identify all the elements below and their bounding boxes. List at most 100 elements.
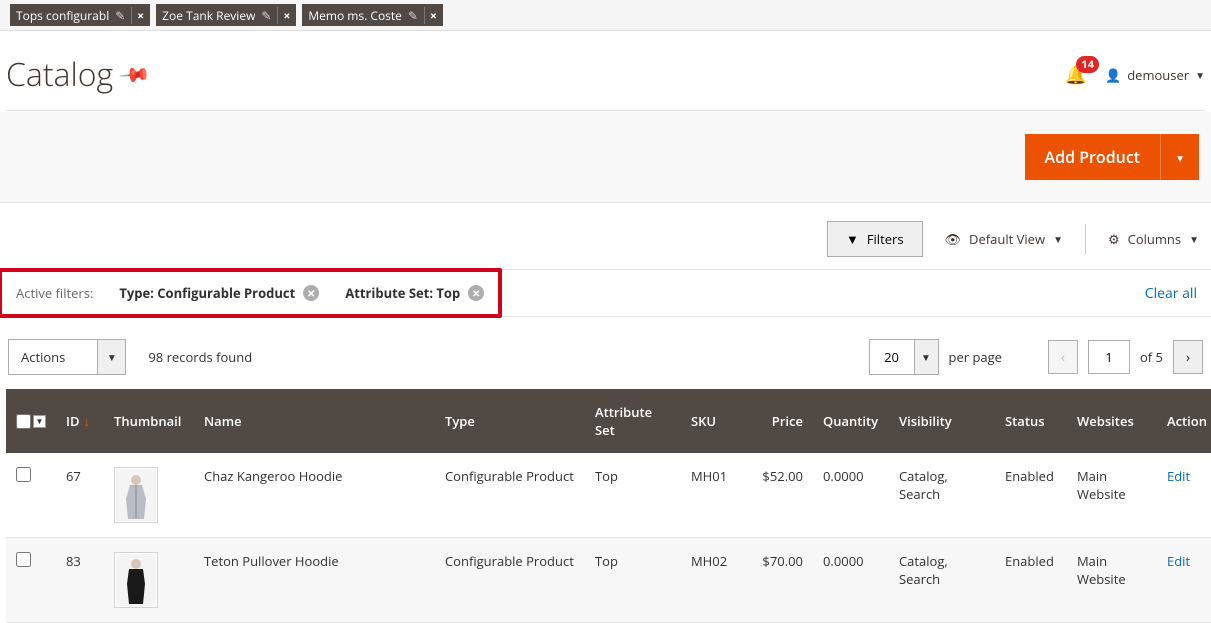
chevron-left-icon: ‹	[1061, 348, 1065, 367]
close-icon[interactable]: ×	[131, 7, 144, 24]
chevron-down-icon: ▼	[1053, 232, 1063, 246]
prev-page-button[interactable]: ‹	[1048, 340, 1078, 374]
records-toolbar: Actions ▼ 98 records found ▼ per page ‹ …	[0, 317, 1211, 389]
cell-visibility: Catalog, Search	[889, 453, 995, 538]
clear-all-link[interactable]: Clear all	[1145, 284, 1211, 303]
page-header: Catalog 📌 🔔 14 👤 demouser ▼	[6, 31, 1205, 111]
per-page-select[interactable]: ▼	[869, 339, 939, 375]
tab-label: Tops configurabl	[16, 7, 109, 24]
select-all-control[interactable]: ▼	[16, 414, 46, 429]
default-view-menu[interactable]: 👁 Default View ▼	[945, 230, 1063, 248]
col-status[interactable]: Status	[995, 389, 1067, 453]
cell-sku: MH01	[681, 453, 747, 538]
cell-visibility: Catalog, Search	[889, 538, 995, 623]
eye-icon: 👁	[945, 230, 962, 248]
notifications-button[interactable]: 🔔 14	[1065, 63, 1087, 87]
username: demouser	[1127, 66, 1189, 84]
columns-label: Columns	[1128, 230, 1181, 248]
funnel-icon: ▼	[846, 230, 859, 248]
close-icon[interactable]: ×	[277, 7, 290, 24]
tabs-bar: Tops configurabl ✎ × Zoe Tank Review ✎ ×…	[0, 0, 1211, 31]
tab-item[interactable]: Zoe Tank Review ✎ ×	[156, 4, 296, 26]
thumbnail-image[interactable]	[114, 467, 158, 523]
select-all-checkbox[interactable]	[16, 414, 31, 429]
col-visibility[interactable]: Visibility	[889, 389, 995, 453]
notification-count: 14	[1076, 56, 1099, 73]
primary-actions-bar: Add Product ▼	[0, 112, 1211, 203]
tab-label: Zoe Tank Review	[162, 7, 255, 24]
filter-chip: Type: Configurable Product ✕	[119, 284, 319, 302]
cell-status: Enabled	[995, 538, 1067, 623]
chevron-down-icon: ▼	[1189, 232, 1199, 246]
gear-icon: ⚙	[1108, 230, 1120, 248]
cell-type: Configurable Product	[435, 453, 585, 538]
tab-item[interactable]: Memo ms. Coste ✎ ×	[302, 4, 443, 26]
mass-actions-label: Actions	[8, 339, 98, 375]
active-filters-label: Active filters:	[16, 284, 93, 302]
pencil-icon[interactable]: ✎	[408, 7, 418, 24]
row-checkbox[interactable]	[16, 467, 31, 482]
col-quantity[interactable]: Quantity	[813, 389, 889, 453]
table-row[interactable]: 67 Chaz Kangeroo Hoodie Configurable Pro…	[6, 453, 1211, 538]
active-filters-highlight: Active filters: Type: Configurable Produ…	[0, 268, 502, 318]
active-filters-row: Active filters: Type: Configurable Produ…	[0, 269, 1211, 317]
col-price[interactable]: Price	[747, 389, 813, 453]
cell-status: Enabled	[995, 453, 1067, 538]
cell-id: 67	[56, 453, 104, 538]
cell-name: Teton Pullover Hoodie	[194, 538, 435, 623]
add-product-button[interactable]: Add Product	[1025, 134, 1161, 180]
tab-label: Memo ms. Coste	[308, 7, 402, 24]
cell-websites: Main Website	[1067, 453, 1157, 538]
records-found-text: 98 records found	[148, 348, 252, 366]
next-page-button[interactable]: ›	[1173, 340, 1203, 374]
filters-label: Filters	[867, 230, 904, 248]
filters-button[interactable]: ▼ Filters	[827, 221, 923, 257]
add-product-split-button: Add Product ▼	[1025, 134, 1199, 180]
page-title-text: Catalog	[6, 53, 113, 96]
user-menu[interactable]: 👤 demouser ▼	[1105, 66, 1205, 84]
cell-quantity: 0.0000	[813, 538, 889, 623]
col-action: Action	[1157, 389, 1211, 453]
chevron-down-icon: ▼	[1195, 68, 1205, 82]
cell-quantity: 0.0000	[813, 453, 889, 538]
cell-type: Configurable Product	[435, 538, 585, 623]
col-type[interactable]: Type	[435, 389, 585, 453]
row-checkbox[interactable]	[16, 552, 31, 567]
add-product-dropdown-toggle[interactable]: ▼	[1160, 134, 1199, 180]
col-websites[interactable]: Websites	[1067, 389, 1157, 453]
sort-arrow-down-icon: ↓	[84, 412, 91, 430]
table-row[interactable]: 83 Teton Pullover Hoodie Configurable Pr…	[6, 538, 1211, 623]
pencil-icon[interactable]: ✎	[115, 7, 125, 24]
cell-name: Chaz Kangeroo Hoodie	[194, 453, 435, 538]
cell-websites: Main Website	[1067, 538, 1157, 623]
cell-sku: MH02	[681, 538, 747, 623]
pencil-icon[interactable]: ✎	[261, 7, 271, 24]
edit-link[interactable]: Edit	[1167, 552, 1190, 570]
edit-link[interactable]: Edit	[1167, 467, 1190, 485]
thumbnail-image[interactable]	[114, 552, 158, 608]
col-sku[interactable]: SKU	[681, 389, 747, 453]
page-title: Catalog 📌	[6, 53, 148, 96]
user-icon: 👤	[1105, 66, 1121, 84]
filter-chip: Attribute Set: Top ✕	[345, 284, 484, 302]
chevron-down-icon[interactable]: ▼	[33, 415, 46, 428]
tab-item[interactable]: Tops configurabl ✎ ×	[10, 4, 150, 26]
remove-filter-icon[interactable]: ✕	[303, 285, 319, 301]
col-name[interactable]: Name	[194, 389, 435, 453]
col-id[interactable]: ID	[66, 412, 80, 430]
cell-id: 83	[56, 538, 104, 623]
chevron-down-icon: ▼	[914, 340, 938, 374]
mass-actions-dropdown[interactable]: Actions ▼	[8, 339, 126, 375]
chevron-down-icon: ▼	[98, 339, 126, 375]
cell-price: $52.00	[747, 453, 813, 538]
pushpin-icon[interactable]: 📌	[117, 56, 153, 93]
columns-menu[interactable]: ⚙ Columns ▼	[1108, 230, 1199, 248]
close-icon[interactable]: ×	[424, 7, 437, 24]
current-page-input[interactable]	[1088, 340, 1130, 374]
chevron-right-icon: ›	[1186, 348, 1190, 367]
col-attribute-set[interactable]: Attribute Set	[585, 389, 681, 453]
col-thumbnail[interactable]: Thumbnail	[104, 389, 194, 453]
per-page-input[interactable]	[870, 340, 914, 374]
products-grid: ▼ ID↓ Thumbnail Name Type Attribute Set …	[6, 389, 1211, 623]
remove-filter-icon[interactable]: ✕	[468, 285, 484, 301]
